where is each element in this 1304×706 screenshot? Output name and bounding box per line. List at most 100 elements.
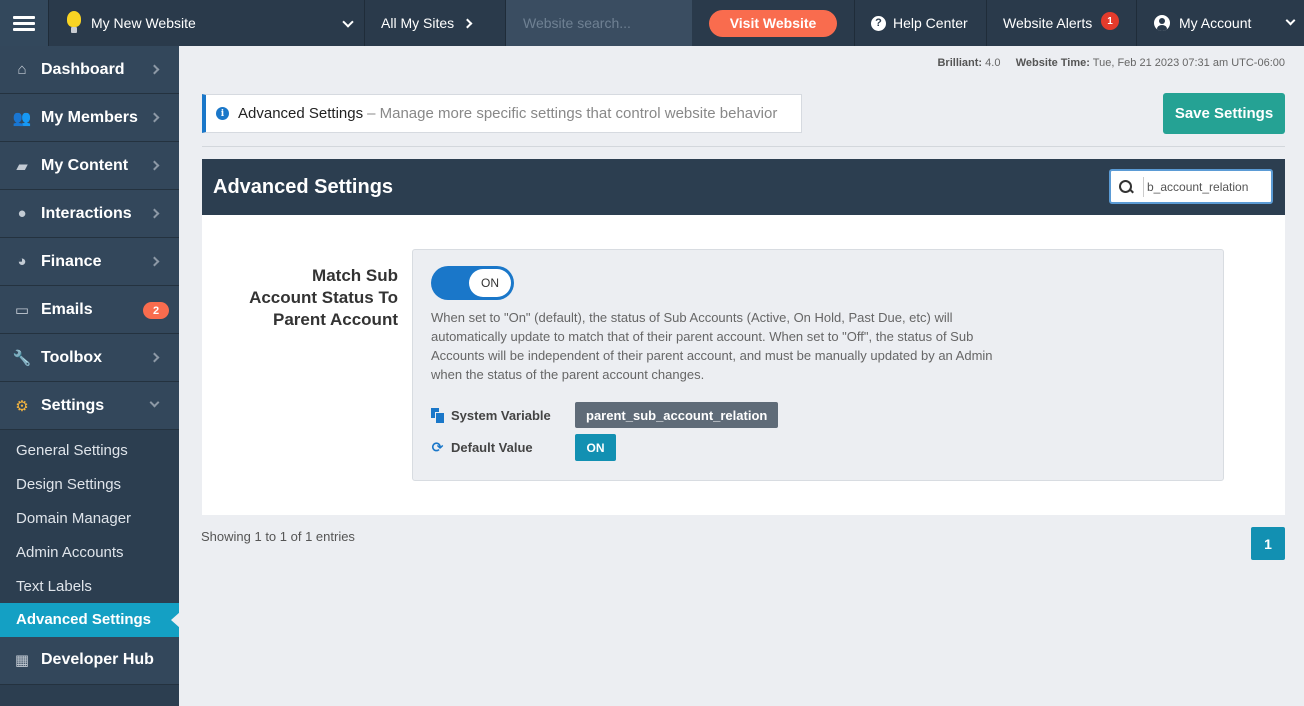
all-sites-label: All My Sites — [381, 15, 455, 31]
sidebar-item-dashboard[interactable]: ⌂ Dashboard — [0, 46, 179, 94]
search-icon — [1119, 179, 1133, 194]
sidebar-item-label: Toolbox — [41, 348, 103, 366]
page-description: – Manage more specific settings that con… — [367, 105, 778, 122]
pagination-page-1[interactable]: 1 — [1251, 527, 1285, 560]
comments-icon: ● — [17, 205, 27, 222]
refresh-icon[interactable]: ⟳ — [431, 440, 444, 454]
sidebar-item-label: Settings — [41, 396, 105, 414]
wrench-icon: 🔧 — [12, 349, 32, 367]
users-icon: 👥 — [12, 109, 32, 127]
setting-box: ON When set to "On" (default), the statu… — [412, 249, 1224, 481]
chevron-down-icon — [342, 16, 354, 28]
chevron-down-icon — [1285, 15, 1296, 26]
sidebar-item-label: Emails — [41, 300, 93, 318]
sidebar-item-label: Finance — [41, 252, 102, 270]
chevron-right-icon — [462, 18, 473, 28]
divider — [1143, 176, 1144, 197]
sidebar-item-developer-hub[interactable]: ▦ Developer Hub — [0, 636, 179, 685]
submenu-domain-manager[interactable]: Domain Manager — [0, 502, 179, 536]
chevron-right-icon — [149, 112, 160, 123]
chevron-right-icon — [149, 352, 160, 363]
toggle-knob: ON — [469, 269, 511, 297]
my-account-menu[interactable]: My Account — [1137, 0, 1304, 46]
website-time-label: Website Time: — [1015, 57, 1090, 69]
entries-count: Showing 1 to 1 of 1 entries — [201, 529, 355, 544]
default-value-label: Default Value — [451, 440, 533, 455]
website-search — [506, 0, 692, 46]
help-center-label: Help Center — [893, 15, 968, 31]
copy-icon[interactable] — [431, 408, 444, 423]
submenu-advanced-settings[interactable]: Advanced Settings — [0, 602, 180, 637]
website-alerts-link[interactable]: Website Alerts 1 — [987, 0, 1137, 46]
setting-label-line: Match Sub — [312, 266, 398, 285]
chevron-right-icon — [149, 256, 160, 267]
top-bar: My New Website All My Sites Visit Websit… — [0, 0, 1304, 46]
setting-label: Match Sub Account Status To Parent Accou… — [222, 265, 398, 331]
save-settings-button[interactable]: Save Settings — [1163, 93, 1285, 134]
lightbulb-icon — [67, 11, 81, 35]
sidebar-item-finance[interactable]: ◕ Finance — [0, 238, 179, 286]
setting-label-line: Parent Account — [272, 310, 398, 329]
sidebar-item-label: My Content — [41, 156, 129, 174]
emails-count-badge: 2 — [143, 302, 169, 319]
panel-header: Advanced Settings b_account_relation — [202, 159, 1285, 215]
setting-help-text: When set to "On" (default), the status o… — [431, 310, 993, 382]
website-alerts-label: Website Alerts — [1003, 15, 1093, 31]
visit-website-area: Visit Website — [692, 0, 855, 46]
setting-label-line: Account Status To — [249, 288, 398, 307]
submenu-text-labels[interactable]: Text Labels — [0, 569, 179, 603]
all-sites-link[interactable]: All My Sites — [365, 0, 506, 46]
help-center-link[interactable]: ? Help Center — [855, 0, 987, 46]
match-sub-account-toggle[interactable]: ON — [431, 266, 514, 300]
settings-search-value: b_account_relation — [1147, 179, 1249, 194]
website-search-input[interactable] — [523, 15, 683, 31]
settings-search-input[interactable]: b_account_relation — [1109, 169, 1273, 204]
pie-chart-icon: ◕ — [17, 253, 27, 270]
submenu-admin-accounts[interactable]: Admin Accounts — [0, 535, 179, 569]
divider — [202, 146, 1285, 147]
chevron-right-icon — [149, 64, 160, 75]
info-icon: i — [216, 107, 229, 120]
sidebar-item-settings[interactable]: ⚙ Settings — [0, 382, 179, 430]
sidebar-item-toolbox[interactable]: 🔧 Toolbox — [0, 334, 179, 382]
sidebar-item-my-members[interactable]: 👥 My Members — [0, 94, 179, 142]
page-breadcrumb: i Advanced Settings – Manage more specif… — [202, 94, 802, 133]
visit-website-button[interactable]: Visit Website — [709, 9, 837, 37]
sidebar-item-emails[interactable]: ▭ Emails 2 — [0, 286, 179, 334]
system-variable-row: System Variable parent_sub_account_relat… — [431, 402, 779, 428]
gear-icon: ⚙ — [15, 397, 29, 415]
website-time-value: Tue, Feb 21 2023 07:31 am UTC-06:00 — [1092, 57, 1285, 69]
my-account-label: My Account — [1179, 15, 1252, 31]
chevron-right-icon — [149, 208, 160, 219]
page-title: Advanced Settings — [238, 105, 364, 122]
sidebar-item-my-content[interactable]: ▰ My Content — [0, 142, 179, 190]
site-selector[interactable]: My New Website — [49, 0, 365, 46]
home-icon: ⌂ — [17, 61, 27, 78]
sidebar-item-interactions[interactable]: ● Interactions — [0, 190, 179, 238]
system-variable-value: parent_sub_account_relation — [575, 402, 779, 428]
sidebar-item-label: My Members — [41, 108, 138, 126]
website-meta: Brilliant: 4.0 Website Time: Tue, Feb 21… — [860, 57, 1285, 69]
site-name: My New Website — [91, 15, 196, 31]
system-variable-label: System Variable — [451, 407, 551, 423]
settings-submenu: General Settings Design Settings Domain … — [0, 430, 180, 637]
submenu-design-settings[interactable]: Design Settings — [0, 468, 179, 502]
chevron-right-icon — [149, 160, 160, 171]
inbox-icon: ▭ — [14, 301, 30, 319]
sidebar: ⌂ Dashboard 👥 My Members ▰ My Content ● … — [0, 46, 180, 706]
alerts-count-badge: 1 — [1101, 12, 1119, 30]
submenu-general-settings[interactable]: General Settings — [0, 434, 179, 468]
chevron-down-icon — [149, 397, 160, 408]
panel-title: Advanced Settings — [213, 175, 394, 198]
default-value-row: ⟳ Default Value ON — [431, 434, 616, 461]
folder-icon: ▰ — [16, 157, 28, 175]
sidebar-item-label: Interactions — [41, 204, 132, 222]
panel-body: Match Sub Account Status To Parent Accou… — [202, 215, 1285, 515]
question-circle-icon: ? — [871, 15, 886, 31]
default-value-tag: ON — [575, 434, 616, 461]
user-circle-icon — [1154, 15, 1170, 31]
sidebar-item-label: Developer Hub — [41, 651, 154, 669]
plan-value: 4.0 — [985, 57, 1001, 69]
grid-icon: ▦ — [14, 652, 30, 670]
hamburger-menu-icon[interactable] — [0, 0, 49, 46]
